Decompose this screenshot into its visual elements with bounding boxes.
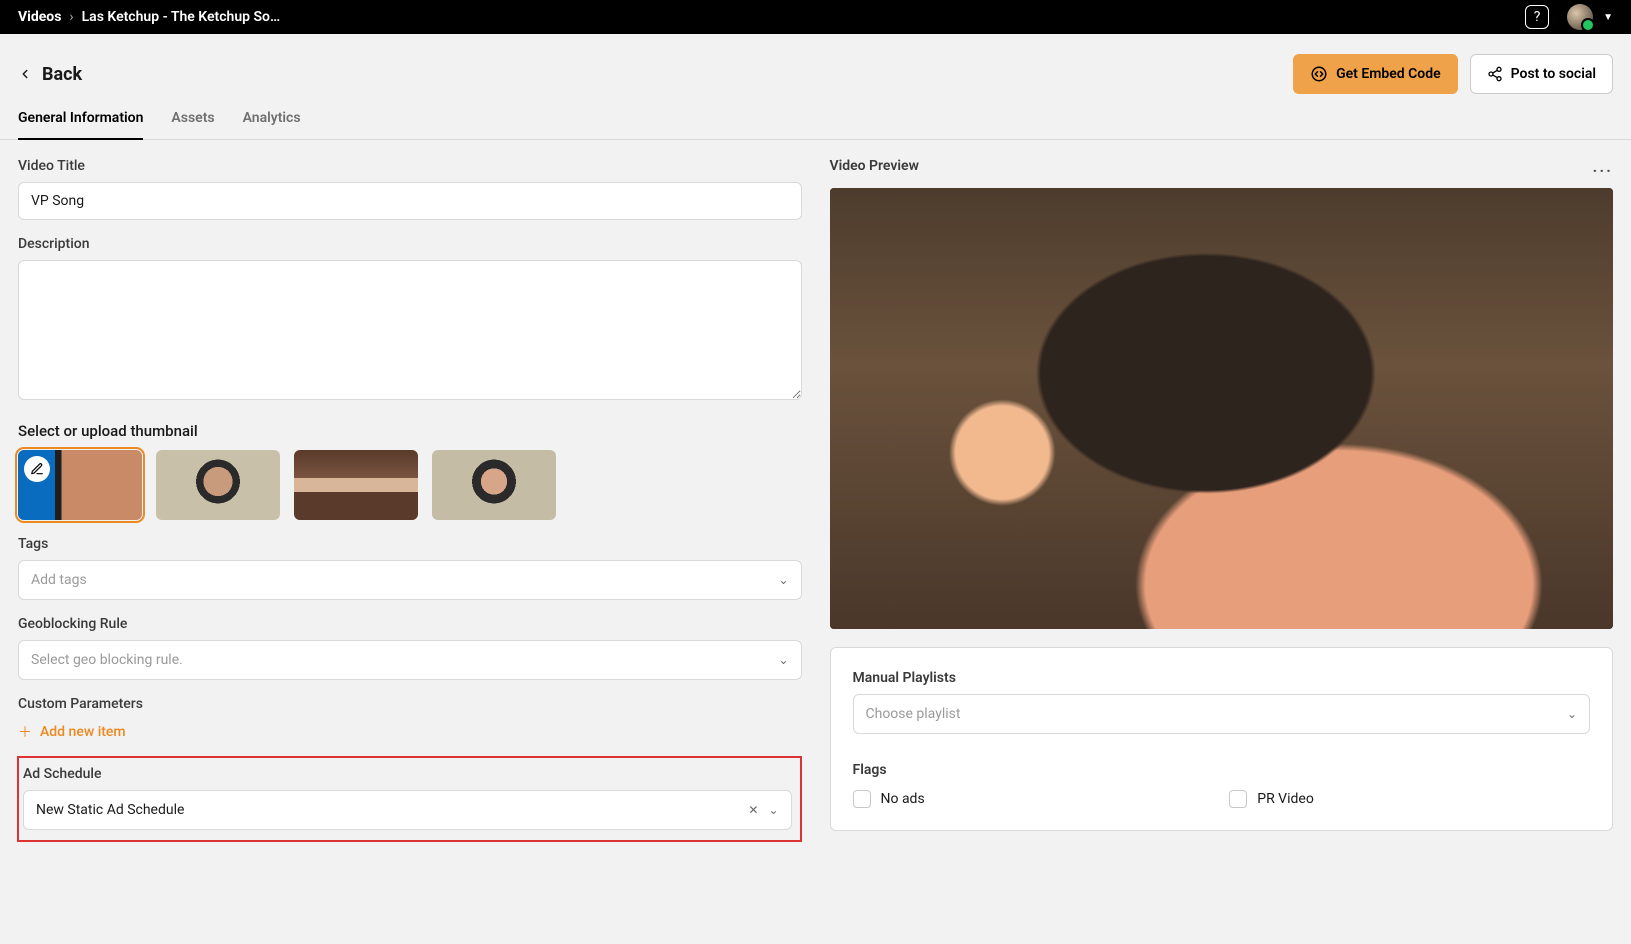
tags-input[interactable]: Add tags ⌄: [18, 560, 802, 600]
video-preview-label: Video Preview: [830, 158, 919, 174]
ad-schedule-select[interactable]: New Static Ad Schedule ✕ ⌄: [23, 790, 792, 830]
right-panel: Manual Playlists Choose playlist ⌄ Flags…: [830, 647, 1614, 831]
header-actions: Get Embed Code Post to social: [1293, 54, 1613, 94]
chevron-down-icon: ⌄: [1567, 707, 1577, 721]
video-title-label: Video Title: [18, 158, 802, 174]
breadcrumb: Videos › Las Ketchup - The Ketchup So…: [18, 9, 280, 25]
checkbox-icon: [1229, 790, 1247, 808]
code-icon: [1310, 65, 1328, 83]
manual-playlists-label: Manual Playlists: [853, 670, 1591, 686]
thumbnail-list: [18, 450, 802, 520]
ad-schedule-highlight: Ad Schedule New Static Ad Schedule ✕ ⌄: [17, 756, 802, 842]
topbar-right: ? ▼: [1525, 4, 1613, 30]
edit-thumbnail-icon[interactable]: [24, 456, 50, 482]
thumbnail-option[interactable]: [18, 450, 142, 520]
body: Video Title Description Select or upload…: [0, 140, 1631, 860]
embed-code-button[interactable]: Get Embed Code: [1293, 54, 1458, 94]
flag-no-ads-label: No ads: [881, 791, 925, 807]
preview-header: Video Preview ···: [830, 158, 1614, 182]
back-label: Back: [42, 64, 82, 85]
thumbnail-option[interactable]: [294, 450, 418, 520]
chevron-down-icon: ⌄: [778, 653, 788, 667]
breadcrumb-current: Las Ketchup - The Ketchup So…: [82, 9, 281, 25]
help-icon[interactable]: ?: [1525, 5, 1549, 29]
video-preview[interactable]: [830, 188, 1614, 629]
topbar: Videos › Las Ketchup - The Ketchup So… ?…: [0, 0, 1631, 34]
plus-icon: ＋: [18, 722, 32, 742]
ad-schedule-label: Ad Schedule: [19, 766, 796, 782]
description-input[interactable]: [18, 260, 802, 400]
chevron-down-icon: ⌄: [778, 573, 788, 587]
tab-analytics[interactable]: Analytics: [243, 104, 301, 139]
caret-down-icon[interactable]: ▼: [1603, 12, 1613, 23]
thumbnail-option[interactable]: [432, 450, 556, 520]
geoblocking-select[interactable]: Select geo blocking rule. ⌄: [18, 640, 802, 680]
flag-pr-video[interactable]: PR Video: [1229, 790, 1590, 808]
flags-label: Flags: [853, 762, 1591, 778]
description-label: Description: [18, 236, 802, 252]
share-icon: [1487, 66, 1503, 82]
video-title-input[interactable]: [18, 182, 802, 220]
left-column: Video Title Description Select or upload…: [18, 158, 802, 842]
add-custom-param-label: Add new item: [40, 724, 126, 740]
embed-code-label: Get Embed Code: [1336, 66, 1441, 82]
more-icon[interactable]: ···: [1593, 161, 1613, 180]
chevron-left-icon: [18, 67, 32, 81]
post-social-button[interactable]: Post to social: [1470, 54, 1613, 94]
playlist-select[interactable]: Choose playlist ⌄: [853, 694, 1591, 734]
thumbnail-option[interactable]: [156, 450, 280, 520]
chevron-down-icon: ⌄: [768, 803, 778, 817]
tabs: General Information Assets Analytics: [0, 104, 1631, 140]
tags-label: Tags: [18, 536, 802, 552]
post-social-label: Post to social: [1511, 66, 1596, 82]
breadcrumb-root[interactable]: Videos: [18, 9, 61, 25]
thumbnail-label: Select or upload thumbnail: [18, 422, 802, 440]
geoblocking-label: Geoblocking Rule: [18, 616, 802, 632]
playlist-placeholder: Choose playlist: [866, 706, 961, 722]
add-custom-param-button[interactable]: ＋ Add new item: [18, 722, 802, 742]
clear-icon[interactable]: ✕: [748, 803, 758, 817]
back-button[interactable]: Back: [18, 64, 82, 85]
tags-placeholder: Add tags: [31, 572, 87, 588]
custom-params-label: Custom Parameters: [18, 696, 802, 712]
flags-group: No ads PR Video: [853, 790, 1591, 808]
checkbox-icon: [853, 790, 871, 808]
right-column: Video Preview ··· Manual Playlists Choos…: [830, 158, 1614, 842]
tab-assets[interactable]: Assets: [171, 104, 214, 139]
flag-no-ads[interactable]: No ads: [853, 790, 1214, 808]
flag-pr-video-label: PR Video: [1257, 791, 1314, 807]
geoblocking-placeholder: Select geo blocking rule.: [31, 652, 183, 668]
tab-general[interactable]: General Information: [18, 104, 143, 140]
ad-schedule-value: New Static Ad Schedule: [36, 802, 184, 818]
chevron-right-icon: ›: [69, 9, 73, 25]
page-header: Back Get Embed Code Post to social: [0, 34, 1631, 104]
avatar[interactable]: [1567, 4, 1593, 30]
